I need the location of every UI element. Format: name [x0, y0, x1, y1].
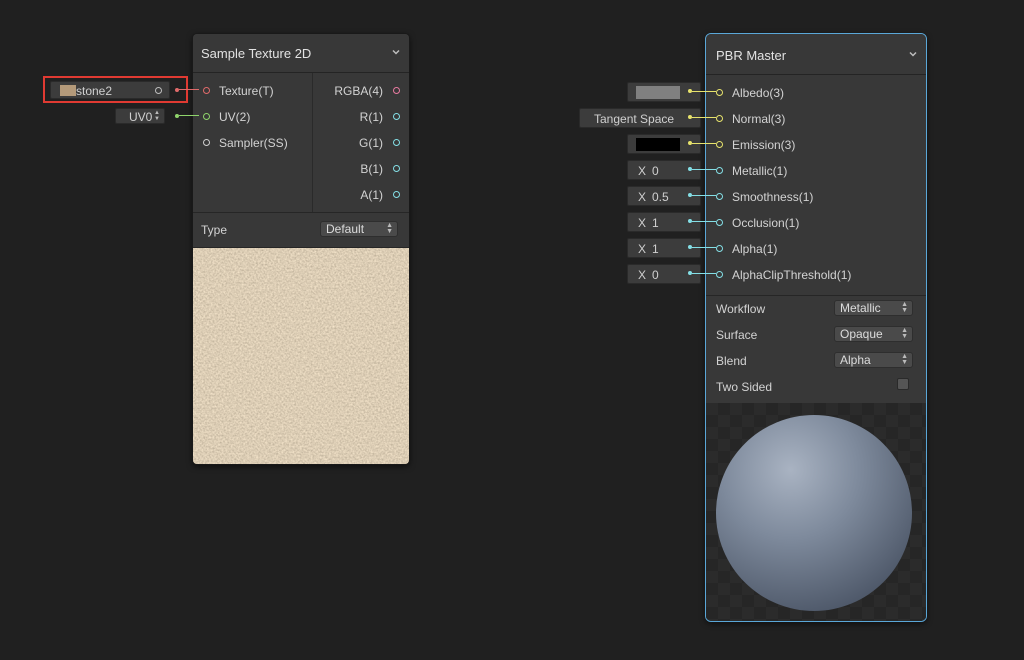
occlusion-port[interactable]	[716, 219, 723, 226]
b-output-label: B(1)	[360, 162, 383, 176]
workflow-label: Workflow	[716, 302, 766, 316]
emission-wire	[692, 143, 716, 144]
smoothness-label: Smoothness(1)	[732, 190, 814, 204]
smoothness-value: 0.5	[652, 190, 669, 204]
dropdown-arrows-icon: ▲ ▼	[901, 353, 908, 366]
material-preview	[706, 403, 926, 621]
emission-port[interactable]	[716, 141, 723, 148]
pbr-inputs: Albedo(3) Normal(3) Emission(3) Metallic…	[706, 75, 926, 296]
texture-asset-field[interactable]: stone2	[50, 81, 170, 99]
uv-wire	[179, 115, 199, 116]
alpha-label: Alpha(1)	[732, 242, 778, 256]
smoothness-port[interactable]	[716, 193, 723, 200]
texture-input-port[interactable]	[203, 87, 210, 94]
type-dropdown[interactable]: Default ▲ ▼	[320, 221, 398, 237]
blend-value: Alpha	[840, 353, 871, 367]
metallic-wire	[692, 169, 716, 170]
b-output-port[interactable]	[393, 165, 400, 172]
chevron-down-icon[interactable]	[908, 49, 918, 59]
alpha-clip-threshold-port[interactable]	[716, 271, 723, 278]
occlusion-value: 1	[652, 216, 659, 230]
x-axis-label: X	[638, 242, 647, 256]
texture-wire	[179, 89, 199, 90]
blend-dropdown[interactable]: Alpha ▲ ▼	[834, 352, 913, 368]
normal-wire	[692, 117, 716, 118]
node-header[interactable]: PBR Master	[706, 34, 926, 75]
r-output-port[interactable]	[393, 113, 400, 120]
g-output-label: G(1)	[359, 136, 383, 150]
normal-port[interactable]	[716, 115, 723, 122]
alpha-value: 1	[652, 242, 659, 256]
sampler-input-port[interactable]	[203, 139, 210, 146]
type-dropdown-value: Default	[326, 222, 365, 236]
a-output-port[interactable]	[393, 191, 400, 198]
alpha-clip-threshold-label: AlphaClipThreshold(1)	[732, 268, 852, 282]
texture-name: stone2	[76, 84, 113, 98]
emission-swatch	[636, 138, 680, 151]
alpha-wire	[692, 247, 716, 248]
smoothness-wire	[692, 195, 716, 196]
preview-sphere	[716, 415, 912, 611]
sampler-input-label: Sampler(SS)	[219, 136, 288, 150]
uv-channel-value: UV0	[129, 110, 153, 124]
alpha-clip-threshold-wire	[692, 273, 716, 274]
metallic-port[interactable]	[716, 167, 723, 174]
uv-input-label: UV(2)	[219, 110, 251, 124]
dropdown-arrows-icon: ▲ ▼	[386, 222, 393, 235]
r-output-label: R(1)	[359, 110, 383, 124]
type-row: Type Default ▲ ▼	[193, 213, 409, 248]
pbr-master-node[interactable]: PBR Master Albedo(3) Normal(3) Emission(…	[705, 33, 927, 622]
chevron-down-icon[interactable]	[391, 47, 401, 57]
stone-texture-image	[193, 248, 409, 464]
ports-area: Texture(T) UV(2) Sampler(SS) RGBA(4) R(1…	[193, 73, 409, 213]
uv-input-port[interactable]	[203, 113, 210, 120]
dropdown-arrows-icon: ▲ ▼	[901, 327, 908, 340]
normal-label: Normal(3)	[732, 112, 786, 126]
blend-label: Blend	[716, 354, 747, 368]
a-output-label: A(1)	[360, 188, 383, 202]
dropdown-arrows-icon: ▲ ▼	[901, 301, 908, 314]
x-axis-label: X	[638, 190, 647, 204]
alpha-clip-threshold-value: 0	[652, 268, 659, 282]
albedo-port[interactable]	[716, 89, 723, 96]
texture-swatch	[60, 85, 76, 96]
dropdown-arrows-icon: ▲ ▼	[154, 110, 160, 122]
normal-space-field[interactable]: Tangent Space	[579, 108, 701, 128]
x-axis-label: X	[638, 164, 647, 178]
two-sided-checkbox[interactable]	[897, 378, 909, 390]
alpha-port[interactable]	[716, 245, 723, 252]
metallic-value: 0	[652, 164, 659, 178]
rgba-output-label: RGBA(4)	[334, 84, 383, 98]
metallic-label: Metallic(1)	[732, 164, 788, 178]
two-sided-label: Two Sided	[716, 380, 773, 394]
sample-texture-2d-node[interactable]: Sample Texture 2D Texture(T) UV(2) Sampl…	[192, 33, 410, 465]
uv-channel-dropdown[interactable]: UV0 ▲ ▼	[115, 108, 165, 124]
type-label: Type	[201, 223, 228, 237]
workflow-dropdown[interactable]: Metallic ▲ ▼	[834, 300, 913, 316]
surface-value: Opaque	[840, 327, 883, 341]
occlusion-wire	[692, 221, 716, 222]
object-picker-icon[interactable]	[155, 87, 162, 94]
node-header[interactable]: Sample Texture 2D	[193, 34, 409, 73]
workflow-value: Metallic	[840, 301, 881, 315]
albedo-label: Albedo(3)	[732, 86, 785, 100]
x-axis-label: X	[638, 268, 647, 282]
node-title: PBR Master	[716, 48, 787, 63]
port-divider	[312, 73, 313, 212]
texture-preview	[193, 248, 409, 464]
occlusion-label: Occlusion(1)	[732, 216, 800, 230]
albedo-wire	[692, 91, 716, 92]
node-title: Sample Texture 2D	[201, 46, 312, 61]
emission-label: Emission(3)	[732, 138, 796, 152]
texture-input-label: Texture(T)	[219, 84, 274, 98]
surface-dropdown[interactable]: Opaque ▲ ▼	[834, 326, 913, 342]
rgba-output-port[interactable]	[393, 87, 400, 94]
x-axis-label: X	[638, 216, 647, 230]
surface-label: Surface	[716, 328, 758, 342]
pbr-settings: Workflow Metallic ▲ ▼ Surface Opaque ▲ ▼ B…	[706, 296, 926, 402]
albedo-swatch	[636, 86, 680, 99]
g-output-port[interactable]	[393, 139, 400, 146]
normal-space-value: Tangent Space	[594, 112, 675, 126]
